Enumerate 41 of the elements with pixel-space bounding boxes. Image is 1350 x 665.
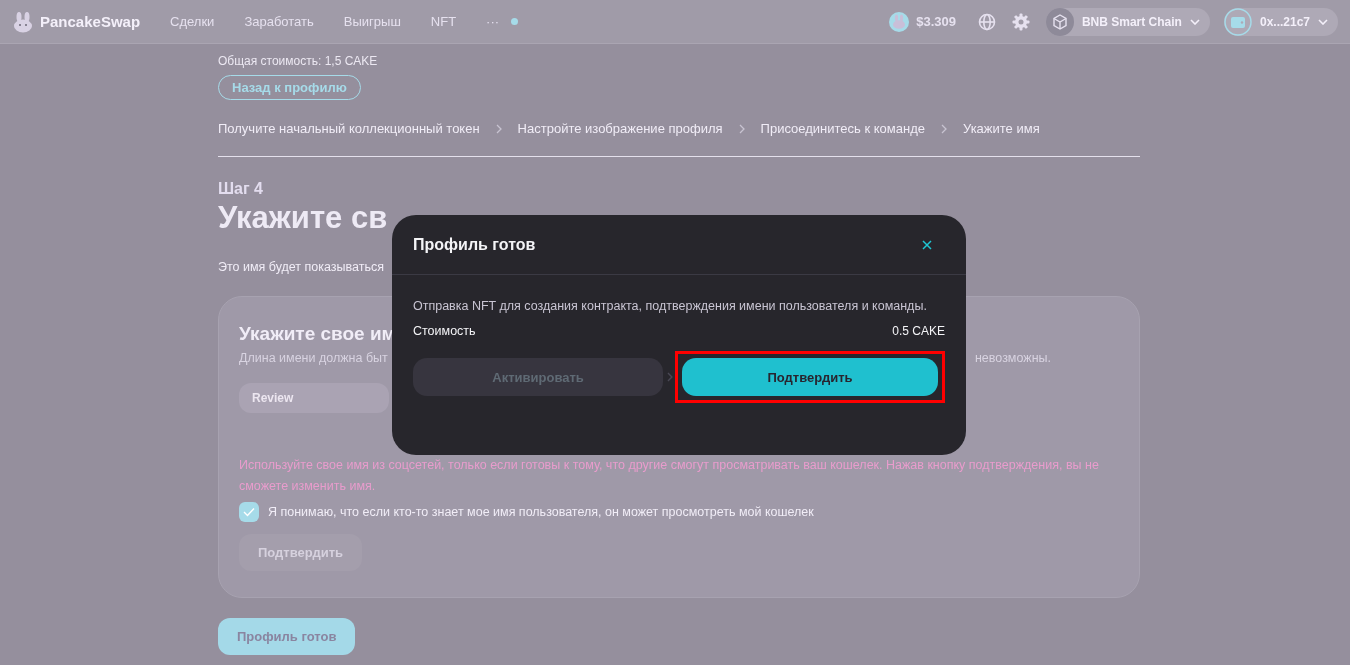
chevron-down-icon bbox=[1318, 18, 1328, 25]
step-link[interactable]: Присоединитесь к команде bbox=[760, 121, 925, 136]
card-description: невозможны. bbox=[974, 351, 1051, 365]
checkbox[interactable] bbox=[239, 502, 259, 522]
nav-link[interactable]: Сделки bbox=[170, 14, 215, 29]
more-menu-button[interactable]: ··· bbox=[486, 14, 500, 29]
warning-text: Используйте свое имя из соцсетей, только если готовы к тому, что другие смогут просматривать ваш кошелек. Нажав кнопку подтверждения, вы не сможете изменить имя. bbox=[239, 457, 1100, 495]
chevron-right-icon bbox=[495, 123, 502, 134]
page-heading: Укажите св bbox=[218, 199, 389, 237]
chevron-down-icon bbox=[1189, 18, 1200, 25]
step-link[interactable]: Получите начальный коллекционный токен bbox=[218, 121, 480, 136]
wallet-button[interactable]: 0x...21c7 bbox=[1223, 7, 1338, 36]
step-label: Шаг 4 bbox=[218, 180, 263, 198]
nav-link[interactable]: Выигрыш bbox=[343, 14, 401, 29]
nav-link[interactable]: NFT bbox=[430, 14, 457, 29]
chevron-right-icon bbox=[667, 372, 673, 382]
intro-text: Это имя будет показываться bbox=[218, 260, 384, 274]
modal-title: Профиль готов bbox=[413, 235, 536, 254]
cost-value: 0.5 CAKE bbox=[892, 324, 945, 338]
chevron-right-icon bbox=[738, 123, 745, 134]
network-selector[interactable]: BNB Smart Chain bbox=[1045, 7, 1210, 36]
cost-label: Стоимость bbox=[413, 324, 476, 338]
bunny-coin-icon bbox=[889, 11, 910, 32]
step-link[interactable]: Настройте изображение профиля bbox=[517, 121, 723, 136]
token-price: $3.309 bbox=[916, 14, 956, 29]
nav-link[interactable]: Заработать bbox=[244, 14, 314, 29]
bunny-logo-icon bbox=[12, 10, 34, 33]
brand-name[interactable]: PancakeSwap bbox=[40, 13, 141, 30]
checkbox-label[interactable]: Я понимаю, что если кто-то знает мое имя пользователя, он может просмотреть мой кошелек bbox=[268, 505, 814, 519]
close-icon[interactable] bbox=[922, 239, 932, 250]
username-input-field[interactable]: Review bbox=[239, 383, 389, 413]
step-link[interactable]: Укажите имя bbox=[962, 121, 1040, 136]
modal-button[interactable]: Подтвердить bbox=[682, 358, 938, 396]
modal-description: Отправка NFT для создания контракта, подтверждения имени пользователя и команды. bbox=[413, 299, 927, 313]
chain-cube-icon bbox=[1045, 7, 1074, 36]
wallet-icon bbox=[1223, 7, 1252, 36]
card-description: Длина имени должна быт bbox=[239, 351, 388, 365]
checkmark-icon bbox=[243, 507, 255, 517]
chevron-right-icon bbox=[940, 123, 947, 134]
total-cost: Общая стоимость: 1,5 CAKE bbox=[218, 54, 378, 68]
globe-icon[interactable] bbox=[977, 12, 996, 31]
